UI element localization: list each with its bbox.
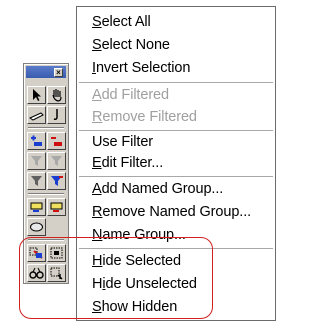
menu-separator: [79, 176, 273, 177]
menu-item-select-all[interactable]: Select All: [92, 12, 151, 32]
menu-item-remove-filtered: Remove Filtered: [92, 109, 197, 125]
highlight-annotation: [19, 237, 213, 319]
group-remove-icon[interactable]: [47, 198, 66, 216]
arrow-pointer-icon[interactable]: [27, 86, 46, 104]
group-name-icon[interactable]: [27, 218, 46, 236]
menu-item-add-named-group[interactable]: Add Named Group...: [92, 179, 223, 199]
menu-item-remove-named-group[interactable]: Remove Named Group...: [92, 202, 251, 222]
filter-edit-icon[interactable]: [47, 172, 66, 190]
add-blue-icon[interactable]: [27, 132, 46, 150]
menu-item-edit-filter[interactable]: Edit Filter...: [92, 153, 163, 173]
hook-icon[interactable]: [47, 106, 66, 124]
toolbar-divider: [28, 127, 64, 129]
eraser-icon[interactable]: [27, 106, 46, 124]
toolbar-divider: [28, 193, 64, 195]
group-add-icon[interactable]: [27, 198, 46, 216]
hand-pointer-icon[interactable]: [47, 86, 66, 104]
filter-remove-icon[interactable]: [47, 152, 66, 170]
filter-add-icon[interactable]: [27, 152, 46, 170]
menu-separator: [79, 82, 273, 83]
filter-icon[interactable]: [27, 172, 46, 190]
menu-item-use-filter[interactable]: Use Filter: [92, 132, 153, 152]
toolbar-close-button[interactable]: ×: [54, 68, 63, 77]
menu-separator: [79, 130, 273, 131]
menu-item-add-filtered: Add Filtered: [92, 87, 169, 103]
menu-item-select-none[interactable]: Select None: [92, 35, 170, 55]
remove-red-icon[interactable]: [47, 132, 66, 150]
menu-item-invert-selection[interactable]: Invert Selection: [92, 58, 190, 78]
